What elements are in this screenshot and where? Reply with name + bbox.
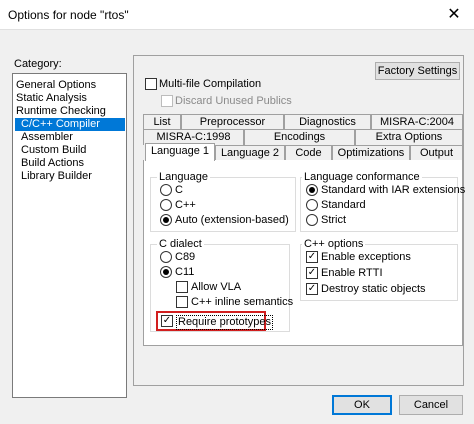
- tab-language-1[interactable]: Language 1: [145, 143, 215, 161]
- category-item-library-builder[interactable]: Library Builder: [15, 170, 92, 183]
- tab-list[interactable]: List: [143, 114, 181, 130]
- language-c-radio[interactable]: [160, 184, 172, 196]
- enable-exceptions-label: Enable exceptions: [321, 251, 411, 263]
- tab-diagnostics[interactable]: Diagnostics: [284, 114, 371, 130]
- conformance-group-title: Language conformance: [302, 171, 422, 183]
- conformance-strict-label: Strict: [321, 214, 347, 226]
- category-item-assembler[interactable]: Assembler: [15, 131, 73, 144]
- conformance-iar-label: Standard with IAR extensions: [321, 184, 466, 196]
- multifile-checkbox[interactable]: [145, 78, 157, 90]
- allow-vla-checkbox[interactable]: [176, 281, 188, 293]
- category-item-c-cpp-compiler[interactable]: C/C++ Compiler: [15, 118, 125, 131]
- cancel-button[interactable]: Cancel: [399, 395, 463, 415]
- factory-settings-button[interactable]: Factory Settings: [375, 62, 460, 80]
- require-prototypes-checkbox[interactable]: ✓: [161, 315, 173, 327]
- require-prototypes-label: Require prototypes: [176, 315, 273, 330]
- tab-extra-options[interactable]: Extra Options: [355, 129, 463, 145]
- tab-encodings[interactable]: Encodings: [244, 129, 355, 145]
- language-auto-label: Auto (extension-based): [175, 214, 289, 226]
- language-group-title: Language: [157, 171, 210, 183]
- language-auto-radio[interactable]: [160, 214, 172, 226]
- conformance-strict-radio[interactable]: [306, 214, 318, 226]
- dialect-c89-radio[interactable]: [160, 251, 172, 263]
- tab-language-2[interactable]: Language 2: [215, 145, 285, 161]
- category-item-general-options[interactable]: General Options: [15, 79, 96, 92]
- conformance-standard-radio[interactable]: [306, 199, 318, 211]
- category-list[interactable]: General Options Static Analysis Runtime …: [12, 73, 127, 398]
- title-bar: Options for node "rtos" ✕: [0, 0, 474, 30]
- enable-exceptions-checkbox[interactable]: ✓: [306, 251, 318, 263]
- language-cpp-label: C++: [175, 199, 196, 211]
- destroy-static-objects-label: Destroy static objects: [321, 283, 426, 295]
- tab-preprocessor[interactable]: Preprocessor: [181, 114, 284, 130]
- category-label: Category:: [14, 58, 62, 70]
- cpp-inline-checkbox[interactable]: [176, 296, 188, 308]
- category-item-static-analysis[interactable]: Static Analysis: [15, 92, 87, 105]
- enable-rtti-checkbox[interactable]: ✓: [306, 267, 318, 279]
- tab-misra-c-2004[interactable]: MISRA-C:2004: [371, 114, 463, 130]
- enable-rtti-label: Enable RTTI: [321, 267, 383, 279]
- conformance-standard-label: Standard: [321, 199, 366, 211]
- category-item-runtime-checking[interactable]: Runtime Checking: [15, 105, 106, 118]
- ok-button[interactable]: OK: [332, 395, 392, 415]
- c-dialect-group-title: C dialect: [157, 238, 204, 250]
- dialect-c89-label: C89: [175, 251, 196, 263]
- tab-output[interactable]: Output: [410, 145, 463, 161]
- category-item-custom-build[interactable]: Custom Build: [15, 144, 86, 157]
- category-item-build-actions[interactable]: Build Actions: [15, 157, 84, 170]
- cpp-inline-label: C++ inline semantics: [191, 296, 294, 308]
- dialect-c11-label: C11: [175, 266, 195, 278]
- window-title: Options for node "rtos": [8, 8, 129, 22]
- discard-unused-checkbox[interactable]: [161, 95, 173, 107]
- tab-code[interactable]: Code: [285, 145, 332, 161]
- allow-vla-label: Allow VLA: [191, 281, 242, 293]
- dialect-c11-radio[interactable]: [160, 266, 172, 278]
- multifile-label: Multi-file Compilation: [159, 78, 262, 90]
- language-c-label: C: [175, 184, 183, 196]
- language-cpp-radio[interactable]: [160, 199, 172, 211]
- tab-optimizations[interactable]: Optimizations: [332, 145, 410, 161]
- close-icon[interactable]: ✕: [440, 4, 468, 26]
- cpp-options-group-title: C++ options: [302, 238, 366, 250]
- conformance-iar-radio[interactable]: [306, 184, 318, 196]
- discard-unused-label: Discard Unused Publics: [175, 95, 292, 107]
- destroy-static-objects-checkbox[interactable]: ✓: [306, 283, 318, 295]
